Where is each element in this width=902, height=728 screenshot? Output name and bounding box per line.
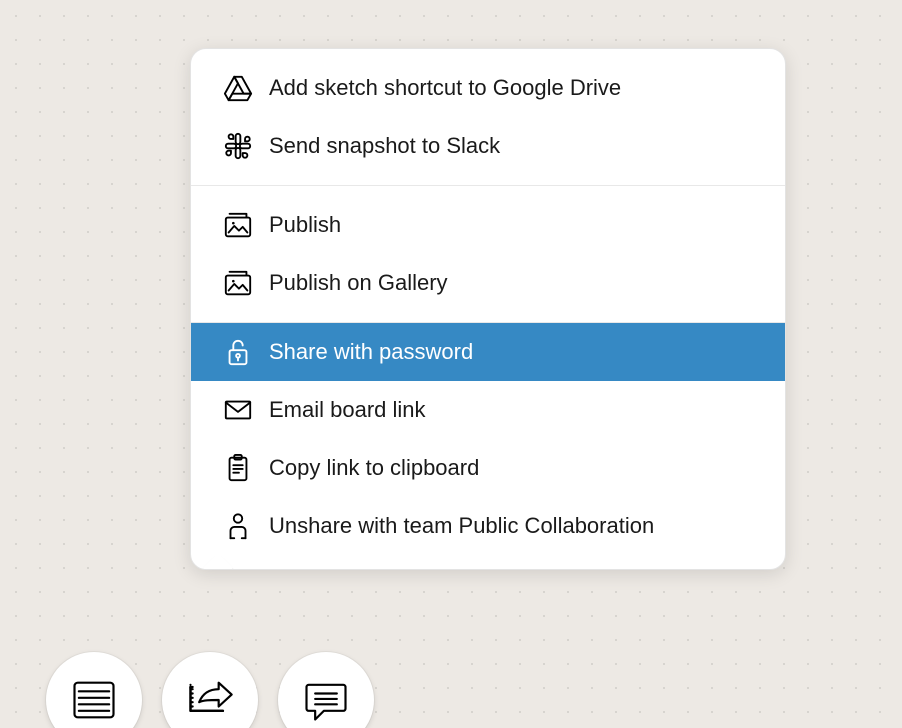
toolbar-list-button[interactable] — [46, 652, 142, 728]
share-popover: Add sketch shortcut to Google Drive Send… — [190, 48, 786, 570]
menu-item-publish[interactable]: Publish — [191, 196, 785, 254]
menu-label: Publish — [269, 212, 765, 238]
slack-icon — [223, 131, 253, 161]
menu-label: Unshare with team Public Collaboration — [269, 513, 765, 539]
picture-gallery-icon — [223, 268, 253, 298]
menu-item-slack[interactable]: Send snapshot to Slack — [191, 117, 785, 175]
menu-section-publish: Publish Publish on Gallery — [191, 185, 785, 322]
menu-label: Email board link — [269, 397, 765, 423]
menu-label: Add sketch shortcut to Google Drive — [269, 75, 765, 101]
email-icon — [223, 395, 253, 425]
clipboard-icon — [223, 453, 253, 483]
person-icon — [223, 511, 253, 541]
menu-item-email-link[interactable]: Email board link — [191, 381, 785, 439]
menu-label: Share with password — [269, 339, 765, 365]
menu-section-integrations: Add sketch shortcut to Google Drive Send… — [191, 49, 785, 185]
menu-label: Send snapshot to Slack — [269, 133, 765, 159]
share-arrow-icon — [184, 674, 236, 726]
list-lines-icon — [68, 674, 120, 726]
menu-label: Copy link to clipboard — [269, 455, 765, 481]
toolbar-share-button[interactable] — [162, 652, 258, 728]
menu-item-copy-link[interactable]: Copy link to clipboard — [191, 439, 785, 497]
picture-icon — [223, 210, 253, 240]
menu-section-share: Share with password Email board link Cop… — [191, 322, 785, 569]
bottom-toolbar — [46, 652, 374, 728]
menu-label: Publish on Gallery — [269, 270, 765, 296]
unlock-icon — [223, 337, 253, 367]
menu-item-unshare-team[interactable]: Unshare with team Public Collaboration — [191, 497, 785, 555]
menu-item-share-password[interactable]: Share with password — [191, 323, 785, 381]
menu-item-publish-gallery[interactable]: Publish on Gallery — [191, 254, 785, 312]
toolbar-comment-button[interactable] — [278, 652, 374, 728]
google-drive-icon — [223, 73, 253, 103]
menu-item-google-drive[interactable]: Add sketch shortcut to Google Drive — [191, 59, 785, 117]
canvas-background: Add sketch shortcut to Google Drive Send… — [0, 0, 902, 728]
speech-bubble-icon — [300, 674, 352, 726]
